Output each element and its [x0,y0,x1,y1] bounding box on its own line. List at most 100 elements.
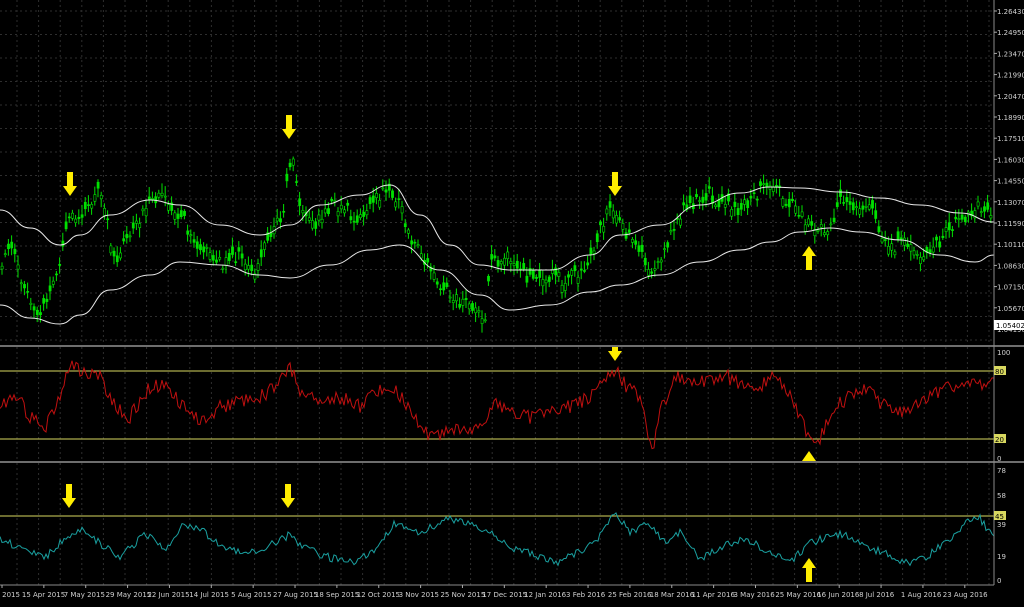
candle-body [695,194,698,198]
candle-body [771,186,775,192]
candle-body [259,249,263,258]
cci-tick-label: 58 [997,492,1006,500]
price-tick-label: 1.16030 [997,156,1024,164]
candle-body [874,210,878,219]
time-tick-label: 16 Jun 2016 [817,591,860,599]
candle-body [637,245,641,252]
candle-body [279,218,282,223]
cci-indicator-pane[interactable] [0,463,995,585]
candle-body [151,198,154,200]
price-chart-canvas[interactable] [0,0,995,345]
candle-body [743,199,746,205]
candle-body [285,173,289,182]
candle-body [199,244,202,251]
candle-body [80,214,84,218]
candle-body [10,241,14,249]
candle-body [755,198,759,201]
candle-body [749,196,753,199]
candle-body [29,302,33,305]
rsi-tick-label: 100 [997,349,1010,357]
candle-body [35,309,39,315]
candle-body [67,216,71,219]
candle-body [103,207,106,216]
price-candles [0,156,993,333]
candle-body [803,224,807,232]
candle-body [218,257,222,260]
candle-body [896,231,900,240]
candle-body [435,281,439,285]
price-chart-pane[interactable] [0,0,995,345]
candle-body [378,200,382,208]
time-tick-label: 25 May 2016 [775,591,821,599]
candle-body [954,216,958,220]
candle-body [570,270,574,276]
price-tick-label: 1.13070 [997,199,1024,207]
candle-body [477,310,481,313]
candle-body [13,248,17,255]
candle-body [736,208,740,216]
lower-band-line [0,227,995,325]
candle-body [243,263,247,271]
candle-body [157,192,161,198]
candle-body [16,264,20,270]
candle-body [487,275,490,282]
candle-body [650,271,654,274]
rsi-indicator-pane[interactable] [0,321,995,475]
candle-body [359,214,362,219]
rsi-chart-canvas[interactable] [0,321,995,475]
price-tick-label: 1.20470 [997,93,1024,101]
candle-body [320,218,324,224]
candle-body [634,240,638,245]
candle-body [592,250,596,254]
candle-body [605,208,609,215]
candle-body [0,265,4,270]
candle-body [589,247,593,255]
price-scale[interactable]: 1.26430 1.24950 1.23470 1.21990 1.20470 1.189… [994,0,1024,603]
candle-body [330,198,334,202]
time-tick-label: 18 Mar 2016 [650,591,695,599]
candle-body [871,200,874,209]
candle-body [215,259,218,263]
candle-body [237,247,241,252]
price-tick-label: 1.14550 [997,178,1024,186]
candle-body [301,210,305,214]
candle-body [775,185,778,188]
candle-body [944,227,948,232]
candle-body [224,257,228,266]
candle-body [509,261,513,264]
candle-body [365,210,369,216]
candle-body [160,192,164,196]
candle-body [135,220,138,224]
trading-chart-window[interactable]: 1.26430 1.24950 1.23470 1.21990 1.20470 1.189… [0,0,1024,603]
candle-body [797,215,801,217]
candle-body [890,243,894,251]
grid-lines [16,0,990,345]
candle-body [141,208,145,212]
candle-body [941,235,945,238]
candle-body [51,280,55,285]
rsi-level-badge: 80 [994,366,1006,376]
cci-line [0,512,995,567]
candle-body [467,303,471,310]
time-tick-label: 1 Aug 2016 [901,591,942,599]
price-tick-label: 1.18990 [997,114,1024,122]
candle-body [807,218,810,226]
candle-body [525,275,529,283]
candle-body [263,242,266,250]
candle-body [448,296,452,299]
candle-body [541,279,545,287]
cci-chart-canvas[interactable] [0,463,995,585]
candle-body [624,232,628,239]
candle-body [490,254,494,260]
candle-body [909,244,913,252]
candle-body [298,198,302,206]
candle-body [83,201,87,210]
candle-body [826,231,830,236]
candle-body [976,201,980,207]
candle-body [381,187,385,190]
candle-body [173,212,177,220]
candle-body [352,220,356,223]
candle-body [394,201,398,208]
candle-body [474,307,478,314]
candle-body [663,248,666,250]
